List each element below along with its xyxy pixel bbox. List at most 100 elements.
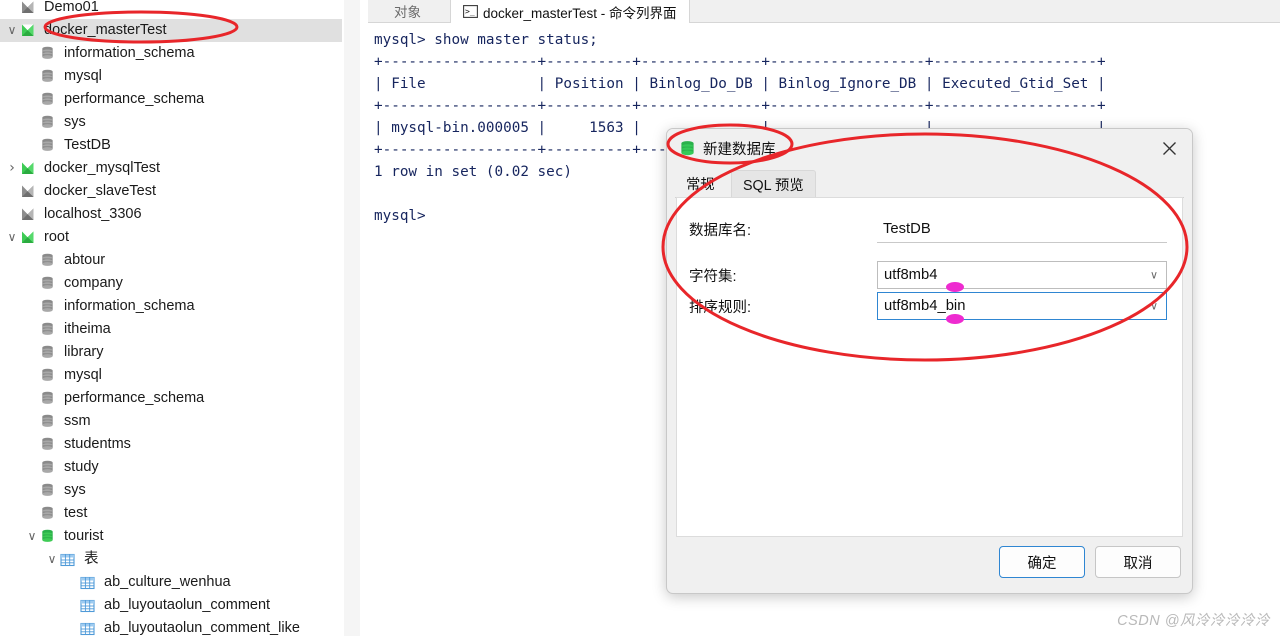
database-icon-grey xyxy=(40,46,58,62)
tree-item-ab_culture_wenhua[interactable]: ab_culture_wenhua xyxy=(0,571,342,594)
tree-item-performance_schema[interactable]: performance_schema xyxy=(0,88,342,111)
tree-item-label: performance_schema xyxy=(64,390,205,406)
table-icon xyxy=(80,575,98,591)
console-line: +------------------+----------+---------… xyxy=(374,98,1106,114)
tree-item-information_schema[interactable]: information_schema xyxy=(0,42,342,65)
tree-item-itheima[interactable]: itheima xyxy=(0,318,342,341)
database-icon xyxy=(679,140,696,157)
tree-item-mysql[interactable]: mysql xyxy=(0,364,342,387)
tree-item-label: sys xyxy=(64,482,86,498)
database-icon-grey xyxy=(40,69,58,85)
chevron-down-icon[interactable]: ∨ xyxy=(4,226,20,249)
collation-select[interactable]: utf8mb4_bin ∨ xyxy=(877,292,1167,320)
tree-item--[interactable]: ∨ 表 xyxy=(0,548,342,571)
tree-item-company[interactable]: company xyxy=(0,272,342,295)
database-icon-grey xyxy=(40,460,58,476)
dialog-tab-sql-preview[interactable]: SQL 预览 xyxy=(731,170,816,198)
connection-icon-green xyxy=(20,230,38,246)
ok-button[interactable]: 确定 xyxy=(999,546,1085,578)
database-icon-grey xyxy=(40,506,58,522)
dialog-tab-general[interactable]: 常规 xyxy=(675,170,726,197)
tree-item-label: root xyxy=(44,229,69,245)
tree-item-tourist[interactable]: ∨ tourist xyxy=(0,525,342,548)
tree-item-label: 表 xyxy=(84,551,99,567)
cancel-button-label: 取消 xyxy=(1123,555,1153,572)
database-icon-grey xyxy=(40,253,58,269)
tree-item-label: study xyxy=(64,459,99,475)
tree-item-localhost_3306[interactable]: localhost_3306 xyxy=(0,203,342,226)
sidebar-scrollbar-track[interactable] xyxy=(344,0,701,636)
tree-item-docker_mysqltest[interactable]: › docker_mysqlTest xyxy=(0,157,342,180)
connection-icon-green xyxy=(20,23,38,39)
tree-item-label: localhost_3306 xyxy=(44,206,142,222)
tree-item-study[interactable]: study xyxy=(0,456,342,479)
charset-select[interactable]: utf8mb4 ∨ xyxy=(877,261,1167,289)
tree-item-label: docker_mysqlTest xyxy=(44,160,161,176)
chevron-down-icon[interactable]: ∨ xyxy=(44,548,60,571)
collation-selected-value: utf8mb4_bin xyxy=(884,298,966,314)
form-row-charset: 字符集: utf8mb4 ∨ xyxy=(677,261,1182,289)
tree-item-label: ab_luyoutaolun_comment xyxy=(104,597,271,613)
tree-item-information_schema[interactable]: information_schema xyxy=(0,295,342,318)
tree-item-performance_schema[interactable]: performance_schema xyxy=(0,387,342,410)
database-icon-grey xyxy=(40,322,58,338)
chevron-down-icon[interactable]: ∨ xyxy=(1150,300,1158,313)
chevron-down-icon[interactable]: ∨ xyxy=(24,525,40,548)
field-control-collation: utf8mb4_bin ∨ xyxy=(877,292,1167,320)
dialog-tab-label: 常规 xyxy=(686,177,715,193)
tab-console[interactable]: >_ docker_masterTest - 命令列界面 xyxy=(450,0,690,24)
database-icon-grey xyxy=(40,299,58,315)
dialog-footer: 确定 取消 xyxy=(667,537,1192,593)
tree-item-testdb[interactable]: TestDB xyxy=(0,134,342,157)
dialog-tabs: 常规 SQL 预览 xyxy=(675,167,1184,198)
tree-item-label: company xyxy=(64,275,123,291)
tree-item-studentms[interactable]: studentms xyxy=(0,433,342,456)
tree-item-label: test xyxy=(64,505,88,521)
field-label-collation: 排序规则: xyxy=(689,299,752,316)
tree-item-label: docker_masterTest xyxy=(44,22,167,38)
console-line: mysql> show master status; xyxy=(374,32,598,48)
database-icon-green xyxy=(40,529,58,545)
tree-item-ab_luyoutaolun_comment_like[interactable]: ab_luyoutaolun_comment_like xyxy=(0,617,342,636)
tree-item-sys[interactable]: sys xyxy=(0,111,342,134)
tree-item-ab_luyoutaolun_comment[interactable]: ab_luyoutaolun_comment xyxy=(0,594,342,617)
tab-objects[interactable]: 对象 xyxy=(382,0,433,22)
db_name-input[interactable] xyxy=(877,215,1167,243)
tree-item-label: information_schema xyxy=(64,45,195,61)
chevron-down-icon[interactable]: ∨ xyxy=(4,19,20,42)
tree-item-demo01[interactable]: Demo01 xyxy=(0,0,342,19)
tree-item-label: studentms xyxy=(64,436,131,452)
form-row-collation: 排序规则: utf8mb4_bin ∨ xyxy=(677,292,1182,320)
tree-item-docker_mastertest[interactable]: ∨ docker_masterTest xyxy=(0,19,342,42)
tree-item-label: abtour xyxy=(64,252,106,268)
tree-item-abtour[interactable]: abtour xyxy=(0,249,342,272)
new-database-dialog: 新建数据库 常规 SQL 预览 数据库名: 字符集: utf8mb4 ∨ 排序规则: utf… xyxy=(666,128,1193,594)
tree-item-mysql[interactable]: mysql xyxy=(0,65,342,88)
field-label-db_name: 数据库名: xyxy=(689,222,752,239)
tree-item-root[interactable]: ∨ root xyxy=(0,226,342,249)
cancel-button[interactable]: 取消 xyxy=(1095,546,1181,578)
tree-item-docker_slavetest[interactable]: docker_slaveTest xyxy=(0,180,342,203)
tree-item-label: tourist xyxy=(64,528,104,544)
chevron-right-icon[interactable]: › xyxy=(4,157,20,180)
tree-item-label: sys xyxy=(64,114,86,130)
tree-item-sys[interactable]: sys xyxy=(0,479,342,502)
dialog-tab-label: SQL 预览 xyxy=(743,178,804,194)
tree-item-library[interactable]: library xyxy=(0,341,342,364)
charset-selected-value: utf8mb4 xyxy=(884,267,938,283)
tree-item-ssm[interactable]: ssm xyxy=(0,410,342,433)
tree-item-test[interactable]: test xyxy=(0,502,342,525)
chevron-down-icon[interactable]: ∨ xyxy=(1150,269,1158,282)
close-icon[interactable] xyxy=(1146,129,1192,167)
